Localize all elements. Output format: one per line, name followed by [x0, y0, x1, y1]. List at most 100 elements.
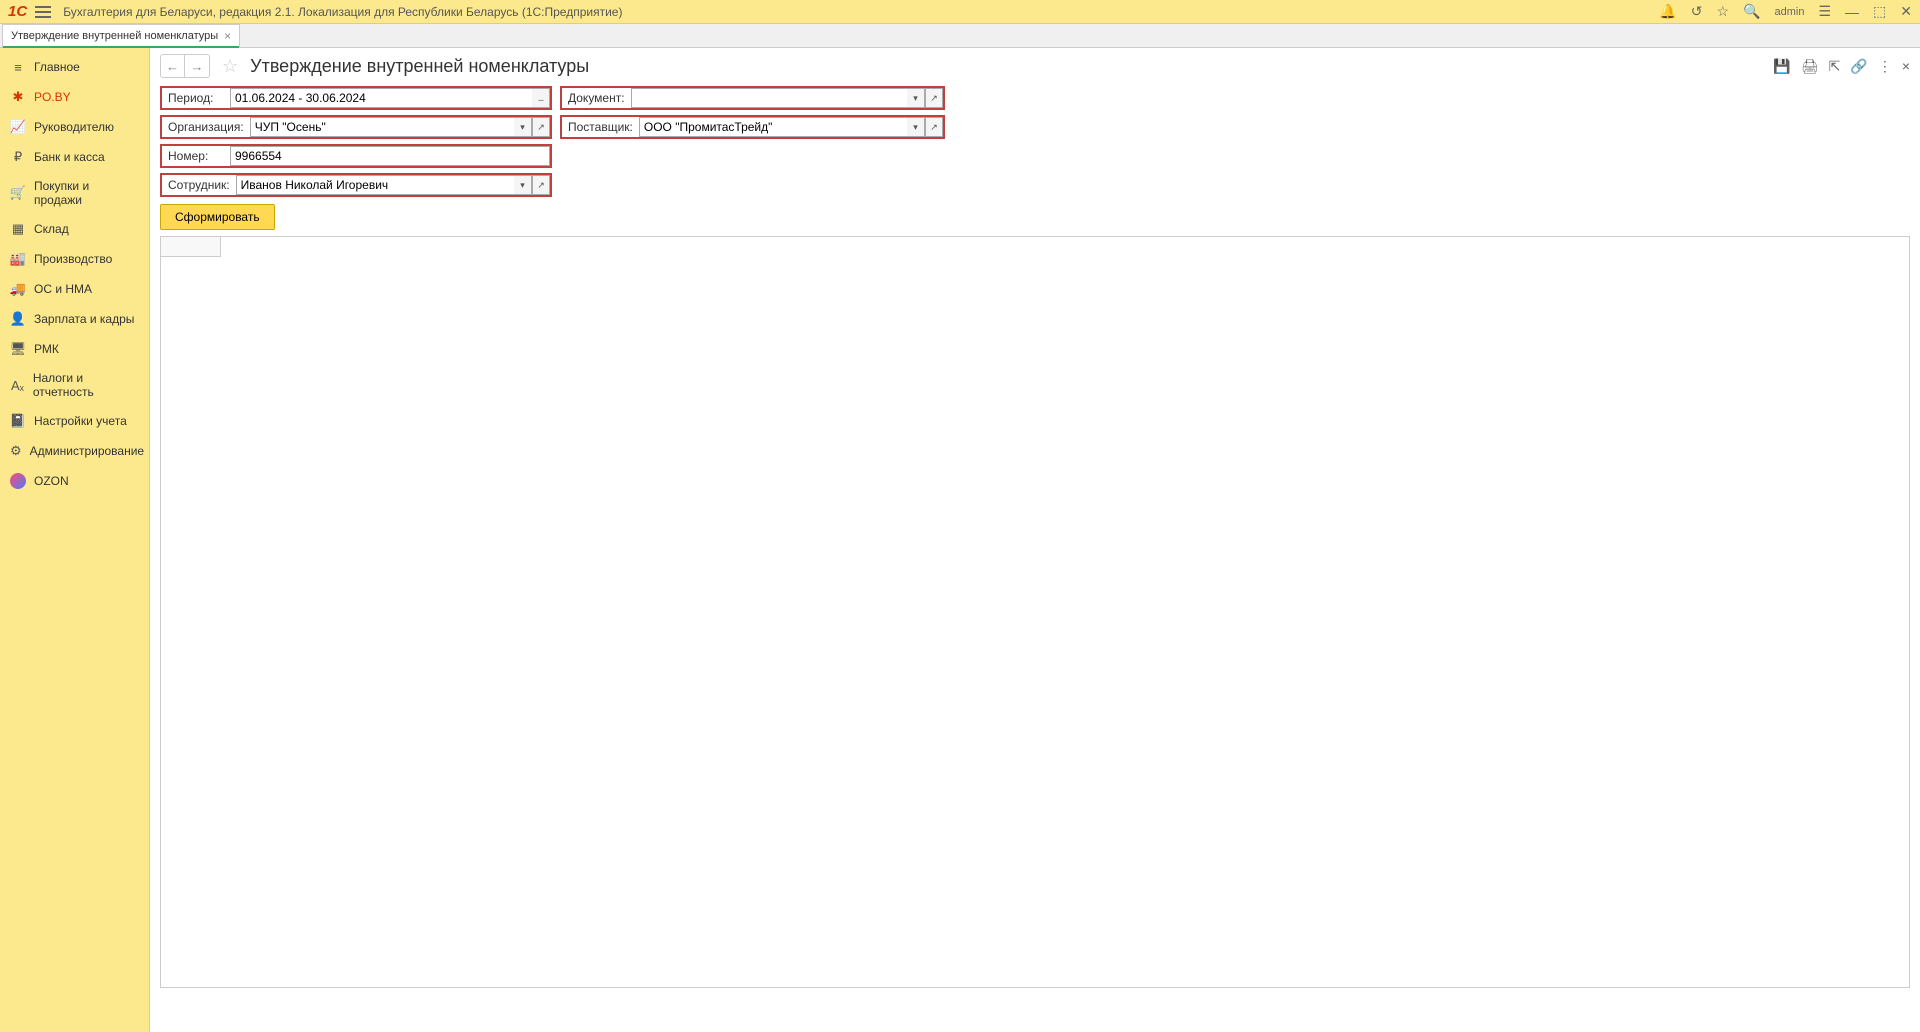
field-organization: Организация: ▾ ↗	[160, 115, 552, 139]
sidebar-label-8: Зарплата и кадры	[34, 312, 134, 326]
sidebar-icon-2: 📈	[10, 119, 26, 135]
sidebar-icon-9: 🖥	[10, 341, 26, 357]
sidebar-item-8[interactable]: 👤 Зарплата и кадры	[0, 304, 149, 334]
save-icon[interactable]: 💾	[1773, 58, 1790, 75]
supplier-label: Поставщик:	[562, 117, 639, 137]
number-input[interactable]	[230, 146, 550, 166]
employee-open-button[interactable]: ↗	[532, 175, 550, 195]
star-icon[interactable]: ☆	[1717, 3, 1730, 20]
supplier-open-button[interactable]: ↗	[925, 117, 943, 137]
sidebar-label-2: Руководителю	[34, 120, 114, 134]
sidebar-item-5[interactable]: ▦ Склад	[0, 214, 149, 244]
sidebar-item-7[interactable]: 🚚ОС и НМА	[0, 274, 149, 304]
tabbar: Утверждение внутренней номенклатуры ×	[0, 24, 1920, 48]
employee-label: Сотрудник:	[162, 175, 236, 195]
toolbar-right: 💾 🖨 ⇱ 🔗 ⋮ ×	[1773, 58, 1910, 75]
nav-buttons: ← →	[160, 54, 210, 78]
field-number: Номер:	[160, 144, 552, 168]
layout: ≡Главное ✱ PO.BY 📈 Руководителю ₽ Банк и касса…	[0, 48, 1920, 1032]
print-icon[interactable]: 🖨	[1801, 58, 1819, 75]
period-picker-button[interactable]: ...	[532, 88, 550, 108]
minimize-icon[interactable]: —	[1845, 4, 1859, 20]
close-window-icon[interactable]: ✕	[1900, 3, 1912, 20]
titlebar-right: 🔔 ↺ ☆ 🔍 admin ☰ — ⬚ ✕	[1659, 3, 1912, 20]
employee-input[interactable]	[236, 175, 514, 195]
document-dropdown-button[interactable]: ▾	[907, 88, 925, 108]
settings-icon[interactable]: ☰	[1818, 3, 1831, 20]
sidebar-label-4: Покупки и продажи	[34, 179, 139, 207]
more-icon[interactable]: ⋮	[1878, 58, 1892, 75]
sidebar-label-10: Налоги и отчетность	[33, 371, 139, 399]
export-icon[interactable]: ⇱	[1829, 58, 1841, 75]
sidebar-item-4[interactable]: 🛒 Покупки и продажи	[0, 172, 149, 214]
page-title: Утверждение внутренней номенклатуры	[250, 56, 1769, 77]
maximize-icon[interactable]: ⬚	[1873, 3, 1886, 20]
bell-icon[interactable]: 🔔	[1659, 3, 1676, 20]
page-toolbar: ← → ☆ Утверждение внутренней номенклатур…	[150, 48, 1920, 84]
generate-button[interactable]: Сформировать	[160, 204, 275, 230]
search-icon[interactable]: 🔍	[1743, 3, 1760, 20]
sidebar-item-2[interactable]: 📈 Руководителю	[0, 112, 149, 142]
sidebar-label-3: Банк и касса	[34, 150, 105, 164]
sidebar-icon-4: 🛒	[10, 185, 26, 201]
sidebar-icon-13	[10, 473, 26, 489]
document-label: Документ:	[562, 88, 631, 108]
number-label: Номер:	[162, 146, 230, 166]
tab-close-icon[interactable]: ×	[224, 29, 231, 43]
sidebar-icon-3: ₽	[10, 149, 26, 165]
close-page-icon[interactable]: ×	[1902, 58, 1910, 74]
tab-active[interactable]: Утверждение внутренней номенклатуры ×	[2, 24, 240, 47]
sidebar-label-13: OZON	[34, 474, 69, 488]
sidebar-icon-0: ≡	[10, 59, 26, 75]
nav-forward-button[interactable]: →	[185, 55, 209, 77]
app-title: Бухгалтерия для Беларуси, редакция 2.1. …	[63, 5, 1659, 19]
link-icon[interactable]: 🔗	[1850, 58, 1867, 75]
sidebar-item-9[interactable]: 🖥РМК	[0, 334, 149, 364]
organization-input[interactable]	[250, 117, 514, 137]
sidebar-label-11: Настройки учета	[34, 414, 127, 428]
period-input[interactable]	[230, 88, 532, 108]
form-row-2: Организация: ▾ ↗ Поставщик: ▾ ↗	[160, 115, 1910, 139]
document-open-button[interactable]: ↗	[925, 88, 943, 108]
menu-icon[interactable]	[35, 6, 51, 18]
sidebar-item-11[interactable]: 📓 Настройки учета	[0, 406, 149, 436]
report-area	[160, 236, 1910, 988]
form-area: Период: ... Документ: ▾ ↗ Организация: ▾	[150, 84, 1920, 998]
sidebar-icon-12: ⚙	[10, 443, 22, 459]
sidebar-item-13[interactable]: OZON	[0, 466, 149, 496]
form-row-4: Сотрудник: ▾ ↗	[160, 173, 1910, 197]
sidebar-item-6[interactable]: 🏭 Производство	[0, 244, 149, 274]
sidebar-item-1[interactable]: ✱ PO.BY	[0, 82, 149, 112]
sidebar-icon-11: 📓	[10, 413, 26, 429]
sidebar-label-5: Склад	[34, 222, 69, 236]
supplier-dropdown-button[interactable]: ▾	[907, 117, 925, 137]
supplier-input[interactable]	[639, 117, 907, 137]
field-period: Период: ...	[160, 86, 552, 110]
main-area: ← → ☆ Утверждение внутренней номенклатур…	[150, 48, 1920, 1032]
logo-1c: 1C	[8, 3, 27, 20]
employee-dropdown-button[interactable]: ▾	[514, 175, 532, 195]
nav-back-button[interactable]: ←	[161, 55, 185, 77]
sidebar-label-6: Производство	[34, 252, 112, 266]
sidebar-label-12: Администрирование	[30, 444, 144, 458]
sidebar-label-1: PO.BY	[34, 90, 71, 104]
tab-label: Утверждение внутренней номенклатуры	[11, 30, 218, 42]
titlebar: 1C Бухгалтерия для Беларуси, редакция 2.…	[0, 0, 1920, 24]
organization-open-button[interactable]: ↗	[532, 117, 550, 137]
user-name[interactable]: admin	[1775, 6, 1805, 18]
sidebar-item-12[interactable]: ⚙ Администрирование	[0, 436, 149, 466]
sidebar-icon-8: 👤	[10, 311, 26, 327]
favorite-star-icon[interactable]: ☆	[222, 56, 238, 77]
sidebar-icon-1: ✱	[10, 89, 26, 105]
history-icon[interactable]: ↺	[1691, 3, 1703, 20]
form-row-1: Период: ... Документ: ▾ ↗	[160, 86, 1910, 110]
field-document: Документ: ▾ ↗	[560, 86, 945, 110]
organization-dropdown-button[interactable]: ▾	[514, 117, 532, 137]
sidebar-icon-6: 🏭	[10, 251, 26, 267]
document-input[interactable]	[631, 88, 907, 108]
sidebar-icon-5: ▦	[10, 221, 26, 237]
sidebar-item-10[interactable]: AₓНалоги и отчетность	[0, 364, 149, 406]
sidebar-item-0[interactable]: ≡Главное	[0, 52, 149, 82]
form-row-3: Номер:	[160, 144, 1910, 168]
sidebar-item-3[interactable]: ₽ Банк и касса	[0, 142, 149, 172]
